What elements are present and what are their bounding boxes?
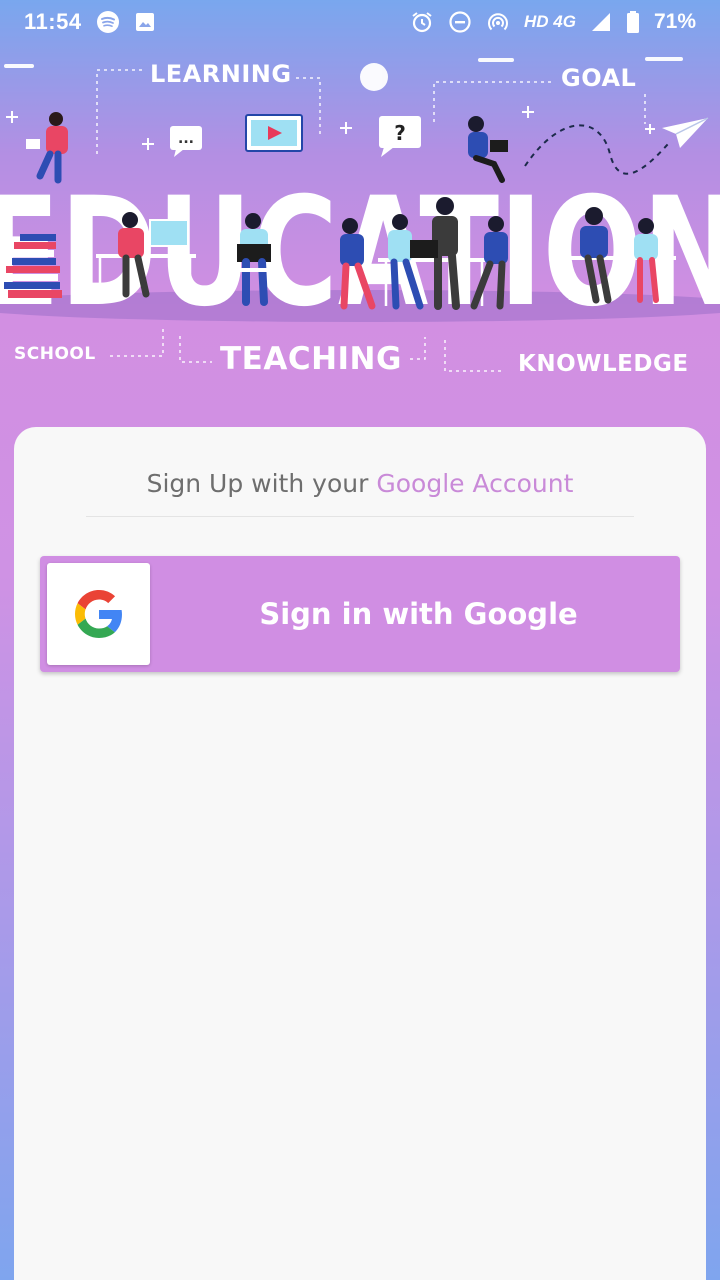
battery-percent: 71%	[653, 10, 696, 33]
status-right: HD 4G 71%	[410, 10, 696, 34]
education-hero-illustration: ... ? EDUCATION	[0, 44, 720, 404]
signup-heading: Sign Up with your Google Account	[14, 469, 706, 498]
network-type: HD 4G	[524, 12, 576, 31]
alarm-icon	[410, 10, 434, 34]
google-signin-label: Sign in with Google	[259, 597, 578, 631]
card-divider	[86, 516, 634, 517]
google-signin-button[interactable]: Sign in with Google	[40, 556, 680, 672]
hero-word-school: SCHOOL	[14, 344, 96, 364]
svg-text:?: ?	[394, 121, 406, 145]
signal-icon	[590, 11, 612, 33]
signup-google-account: Google Account	[376, 469, 574, 498]
chat-bubble-icon: ...	[170, 126, 202, 157]
google-logo-box	[47, 563, 150, 665]
hotspot-icon	[486, 10, 510, 34]
battery-icon	[626, 10, 640, 34]
question-bubble-icon: ?	[379, 116, 421, 157]
signup-prefix: Sign Up with your	[146, 469, 369, 498]
hero-word-goal: GOAL	[561, 64, 637, 92]
image-icon	[134, 11, 156, 33]
video-play-icon	[245, 114, 303, 152]
hero-word-teaching: TEACHING	[220, 341, 402, 377]
status-left: 11:54	[24, 9, 156, 35]
status-bar: 11:54 HD 4G 71%	[0, 0, 720, 44]
paper-plane-icon	[662, 117, 709, 148]
do-not-disturb-icon	[448, 10, 472, 34]
hero-word-learning: LEARNING	[150, 60, 292, 88]
signin-card: Sign Up with your Google Account Sign in …	[14, 427, 706, 1280]
spotify-icon	[96, 10, 120, 34]
status-time: 11:54	[24, 9, 82, 34]
hero-word-knowledge: KNOWLEDGE	[518, 351, 689, 377]
google-g-icon	[74, 590, 122, 638]
svg-text:...: ...	[178, 131, 194, 147]
